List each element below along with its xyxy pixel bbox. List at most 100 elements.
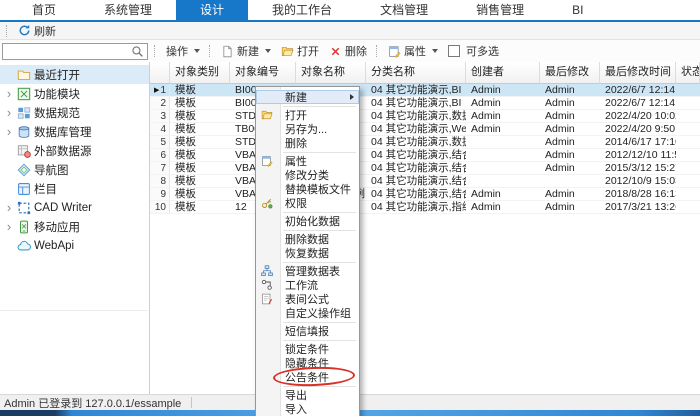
sidebar-item[interactable]: 导航图 <box>0 160 149 179</box>
column-header[interactable]: 最后修改时间 <box>600 62 676 84</box>
context-menu-item[interactable]: 替换模板文件 <box>256 182 359 196</box>
context-menu-item[interactable]: 删除 <box>256 136 359 150</box>
table-row[interactable]: 4模板TB000104 其它功能演示,WebApiAdminAdmin2022/… <box>150 123 700 136</box>
context-menu-item[interactable]: 新建 <box>256 90 359 104</box>
cell-type: 模板 <box>170 175 230 188</box>
cell-category: 04 其它功能演示,BI <box>366 84 466 97</box>
context-menu-item[interactable]: 导入 <box>256 402 359 416</box>
operations-button[interactable]: 操作 <box>161 42 205 60</box>
context-menu-item[interactable]: 公告条件 <box>256 370 359 384</box>
sidebar-item[interactable]: ›数据规范 <box>0 103 149 122</box>
context-menu-item[interactable]: 短信填报 <box>256 324 359 338</box>
column-header[interactable]: 状态 <box>676 62 700 84</box>
sidebar-item-label: 数据库管理 <box>34 124 92 140</box>
table-row[interactable]: 9模板VBA-05示例04 其它功能演示,结合VBAAdminAdmin2018… <box>150 188 700 201</box>
delete-label: 删除 <box>345 43 367 59</box>
menu-tab[interactable]: 文档管理 <box>356 0 452 20</box>
context-menu-item[interactable]: 修改分类 <box>256 168 359 182</box>
context-menu-item[interactable]: 权限 <box>256 196 359 210</box>
table-toolbar: 操作 新建 打开 删除 属性 可多选 <box>0 40 700 62</box>
menu-tab[interactable]: 我的工作台 <box>248 0 356 20</box>
delete-button[interactable]: 删除 <box>324 42 372 60</box>
sidebar-item[interactable]: 最近打开 <box>0 65 149 84</box>
search-icon[interactable] <box>131 45 144 58</box>
row-number-cell: 4 <box>150 123 170 136</box>
sidebar-item[interactable]: 栏目 <box>0 179 149 198</box>
cell-modifier <box>540 175 600 188</box>
context-menu-item[interactable]: 工作流 <box>256 278 359 292</box>
column-header[interactable] <box>150 62 170 84</box>
column-header[interactable]: 创建者 <box>466 62 540 84</box>
context-menu-item[interactable]: 表间公式 <box>256 292 359 306</box>
expander-chevron-icon[interactable]: › <box>4 104 14 121</box>
cell-time: 2012/12/10 11:52 <box>600 149 676 162</box>
new-button[interactable]: 新建 <box>216 42 276 60</box>
context-menu-item[interactable]: 删除数据 <box>256 232 359 246</box>
search-input[interactable] <box>2 43 148 60</box>
context-menu-item[interactable]: 管理数据表 <box>256 264 359 278</box>
cell-status <box>676 110 700 123</box>
expander-chevron-icon[interactable]: › <box>4 85 14 102</box>
table-row[interactable]: 8模板VBA-0104 其它功能演示,结合VBA2012/10/9 15:03 <box>150 175 700 188</box>
table-row[interactable]: 6模板VBA-0404 其它功能演示,结合VBAAdmin2012/12/10 … <box>150 149 700 162</box>
cell-type: 模板 <box>170 201 230 214</box>
column-header[interactable]: 对象编号 <box>230 62 296 84</box>
menu-tab[interactable]: BI <box>548 0 607 20</box>
sidebar-item-label: WebApi <box>34 240 74 252</box>
permission-icon <box>261 197 273 209</box>
operations-label: 操作 <box>166 43 188 59</box>
menu-tab[interactable]: 首页 <box>8 0 80 20</box>
expander-chevron-icon[interactable]: › <box>4 218 14 235</box>
menu-tab[interactable]: 设计 <box>176 0 248 20</box>
sidebar-item[interactable]: › 数据库管理 <box>0 122 149 141</box>
table-row[interactable]: ▶1模板BI00204 其它功能演示,BIAdminAdmin2022/6/7 … <box>150 84 700 97</box>
context-menu-item[interactable]: 锁定条件 <box>256 342 359 356</box>
sidebar-item[interactable]: ›功能模块 <box>0 84 149 103</box>
cell-status <box>676 97 700 110</box>
cell-modifier: Admin <box>540 149 600 162</box>
refresh-icon <box>18 24 31 37</box>
table-row[interactable]: 3模板STD_0404 其它功能演示,数据规范AdminAdmin2022/4/… <box>150 110 700 123</box>
context-menu-item[interactable]: 打开 <box>256 108 359 122</box>
column-header[interactable]: 分类名称 <box>366 62 466 84</box>
menu-tab[interactable]: 销售管理 <box>452 0 548 20</box>
menu-tab[interactable]: 系统管理 <box>80 0 176 20</box>
table-row[interactable]: 5模板STD-0304 其它功能演示,数据规范Admin2014/6/17 17… <box>150 136 700 149</box>
sidebar-item[interactable]: ›移动应用 <box>0 217 149 236</box>
expander-chevron-icon[interactable]: › <box>4 199 14 216</box>
context-menu-item[interactable]: 恢复数据 <box>256 246 359 260</box>
cell-category: 04 其它功能演示,BI <box>366 97 466 110</box>
cell-creator <box>466 162 540 175</box>
sidebar-item[interactable]: 外部数据源 <box>0 141 149 160</box>
table-row[interactable]: 7模板VBA-0304 其它功能演示,结合VBAAdmin2015/3/12 1… <box>150 162 700 175</box>
cell-category: 04 其它功能演示,结合VBA <box>366 175 466 188</box>
context-menu-item[interactable]: 自定义操作组 <box>256 306 359 320</box>
context-menu-item[interactable]: 另存为... <box>256 122 359 136</box>
formula-icon <box>261 293 273 305</box>
properties-button[interactable]: 属性 <box>383 42 443 60</box>
context-menu-item[interactable]: 隐藏条件 <box>256 356 359 370</box>
refresh-button[interactable]: 刷新 <box>13 22 61 40</box>
cell-time: 2015/3/12 15:27 <box>600 162 676 175</box>
cell-category: 04 其它功能演示,结合VBA <box>366 188 466 201</box>
cell-status <box>676 175 700 188</box>
context-menu-item[interactable]: 属性 <box>256 154 359 168</box>
cell-category: 04 其它功能演示,数据规范 <box>366 136 466 149</box>
table-row[interactable]: 2模板BI00104 其它功能演示,BIAdminAdmin2022/6/7 1… <box>150 97 700 110</box>
object-table: 对象类别对象编号对象名称分类名称创建者最后修改最后修改时间状态 ▶1模板BI00… <box>150 62 700 394</box>
context-menu-item[interactable]: 初始化数据 <box>256 214 359 228</box>
sidebar-item[interactable]: WebApi <box>0 236 149 255</box>
new-label: 新建 <box>237 43 259 59</box>
sidebar-item-label: 最近打开 <box>34 67 80 83</box>
table-row[interactable]: 10模板1204 其它功能演示,指纹AdminAdmin2017/3/21 13… <box>150 201 700 214</box>
column-header[interactable]: 最后修改 <box>540 62 600 84</box>
context-menu-item[interactable]: 导出 <box>256 388 359 402</box>
column-header[interactable]: 对象名称 <box>296 62 366 84</box>
open-button[interactable]: 打开 <box>276 42 324 60</box>
multiselect-toggle[interactable]: 可多选 <box>443 42 504 60</box>
expander-chevron-icon[interactable]: › <box>4 123 14 140</box>
checkbox-icon[interactable] <box>448 45 460 57</box>
table-body: ▶1模板BI00204 其它功能演示,BIAdminAdmin2022/6/7 … <box>150 84 700 214</box>
sidebar-item[interactable]: ›CAD Writer <box>0 198 149 217</box>
column-header[interactable]: 对象类别 <box>170 62 230 84</box>
